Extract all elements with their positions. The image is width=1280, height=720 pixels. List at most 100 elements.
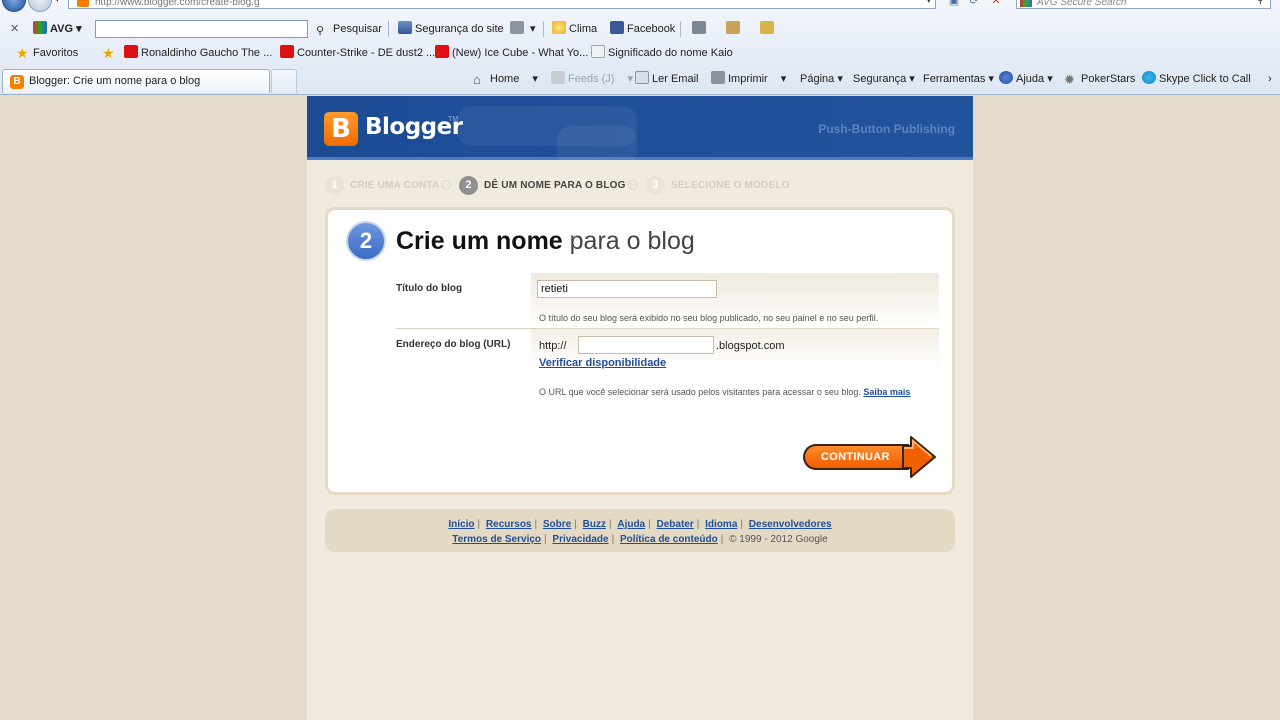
url-suffix: .blogspot.com	[716, 340, 785, 352]
address-dropdown-icon[interactable]: ▾	[926, 0, 931, 6]
weather-icon	[552, 21, 566, 34]
refresh-icon[interactable]: ⟳	[966, 0, 982, 8]
step-arrow-icon: ▷	[628, 180, 638, 190]
toolbar-overflow-icon[interactable]: ›	[1268, 68, 1272, 90]
continue-button-label: CONTINUAR	[803, 444, 909, 470]
facebook-button[interactable]: Facebook	[610, 17, 675, 41]
help-icon	[999, 71, 1013, 84]
footer-link-politica[interactable]: Política de conteúdo	[620, 534, 718, 545]
trademark-mark: TM	[448, 116, 459, 123]
blog-title-hint: O título do seu blog será exibido no seu…	[539, 313, 879, 323]
footer-link-desenvolvedores[interactable]: Desenvolvedores	[749, 519, 832, 530]
blog-url-input[interactable]	[578, 336, 714, 354]
edit-button[interactable]	[726, 17, 743, 41]
avg-toolbar: ✕ AVG ▾ ⚲ Pesquisar Segurança do site ▾ C…	[0, 17, 1280, 41]
step-2-current: 2 DÊ UM NOME PARA O BLOG	[459, 176, 626, 196]
pencil-icon	[726, 21, 740, 34]
continue-button[interactable]: CONTINUAR	[803, 436, 937, 478]
site-safety-button[interactable]: Segurança do site	[398, 17, 504, 41]
footer-link-debater[interactable]: Debater	[657, 519, 694, 530]
trash-menu[interactable]: ▾	[510, 17, 536, 41]
footer-link-inicio[interactable]: Início	[448, 519, 474, 530]
read-mail-button[interactable]: Ler Email	[635, 68, 698, 90]
create-blog-card: 2 Crie um nome para o blog Título do blo…	[325, 207, 955, 495]
step-arrow-icon: ▷	[441, 180, 451, 190]
step-number-badge: 2	[346, 221, 386, 261]
footer-links-row-1: Início | Recursos | Sobre | Buzz | Ajuda | De…	[448, 519, 832, 530]
close-toolbar-icon[interactable]: ✕	[10, 17, 19, 41]
skype-icon	[1142, 71, 1156, 84]
blog-url-hint: O URL que você selecionar será usado pel…	[539, 387, 911, 397]
favorite-link-2[interactable]: Counter-Strike - DE dust2 ...	[280, 41, 435, 65]
stop-icon[interactable]: ✕	[988, 0, 1004, 8]
skype-button[interactable]: Skype Click to Call	[1142, 68, 1251, 90]
page-menu[interactable]: Página ▾	[800, 68, 843, 90]
pesquisar-button[interactable]: ⚲ Pesquisar	[316, 17, 382, 41]
copyright: © 1999 - 2012 Google	[729, 534, 828, 545]
page-background-left	[0, 96, 307, 720]
compatibility-icon[interactable]: ▣	[946, 0, 962, 8]
footer-link-ajuda[interactable]: Ajuda	[617, 519, 645, 530]
print-button[interactable]: Imprimir ▾	[711, 68, 786, 90]
favorites-bar: ★ Favoritos ★ Ronaldinho Gaucho The ... C…	[0, 41, 1280, 66]
chat-icon	[760, 21, 774, 34]
favorite-link-4[interactable]: Significado do nome Kaio	[591, 41, 733, 65]
browser-chrome: ▾ http://www.blogger.com/create-blog.g ▾…	[0, 0, 1280, 95]
card-title: Crie um nome para o blog	[396, 227, 695, 255]
verify-availability-link[interactable]: Verificar disponibilidade	[539, 357, 666, 369]
footer-link-recursos[interactable]: Recursos	[486, 519, 532, 530]
footer-link-idioma[interactable]: Idioma	[705, 519, 737, 530]
footer-link-privacidade[interactable]: Privacidade	[552, 534, 608, 545]
pokerstars-button[interactable]: ✹ PokerStars	[1064, 68, 1135, 90]
feeds-icon	[551, 71, 565, 84]
avg-menu[interactable]: AVG ▾	[33, 17, 82, 41]
trash-icon	[510, 21, 524, 34]
tab-active[interactable]: B Blogger: Crie um nome para o blog	[2, 69, 270, 93]
gear-icon: ✹	[1064, 72, 1075, 87]
help-menu[interactable]: Ajuda ▾	[999, 68, 1053, 90]
favorite-link-3[interactable]: (New) Ice Cube - What Yo...	[435, 41, 588, 65]
favorite-link-1[interactable]: Ronaldinho Gaucho The ...	[124, 41, 272, 65]
blogger-favicon-icon	[77, 0, 89, 7]
feeds-button[interactable]: Feeds (J) ▾	[551, 68, 633, 90]
tools-menu[interactable]: Ferramentas ▾	[923, 68, 994, 90]
notes-button[interactable]	[692, 17, 709, 41]
star-icon: ★	[16, 45, 29, 61]
page-icon	[591, 45, 605, 58]
search-input[interactable]: AVG Secure Search ⚲	[1016, 0, 1271, 9]
add-favorite-button[interactable]: ★	[102, 41, 119, 65]
avg-search-field[interactable]	[95, 20, 308, 38]
page-background-right	[973, 96, 1280, 720]
footer-link-termos[interactable]: Termos de Serviço	[452, 534, 541, 545]
address-bar[interactable]: http://www.blogger.com/create-blog.g ▾	[68, 0, 936, 9]
footer-link-sobre[interactable]: Sobre	[543, 519, 571, 530]
favorites-button[interactable]: ★ Favoritos	[16, 41, 78, 65]
blog-url-label: Endereço do blog (URL)	[396, 339, 511, 350]
avg-logo-icon	[33, 21, 47, 34]
chat-button[interactable]	[760, 17, 777, 41]
back-button[interactable]	[2, 0, 26, 12]
history-dropdown-icon[interactable]: ▾	[55, 0, 60, 5]
notes-icon	[692, 21, 706, 34]
new-tab-button[interactable]	[271, 69, 297, 93]
tab-row: B Blogger: Crie um nome para o blog ⌂ Hom…	[0, 66, 1280, 95]
search-icon[interactable]: ⚲	[1257, 0, 1264, 6]
shield-icon	[398, 21, 412, 34]
footer-link-buzz[interactable]: Buzz	[583, 519, 606, 530]
home-icon: ⌂	[473, 72, 481, 87]
weather-button[interactable]: Clima	[552, 17, 597, 41]
youtube-icon	[280, 45, 294, 58]
tab-title: Blogger: Crie um nome para o blog	[29, 75, 201, 87]
address-text: http://www.blogger.com/create-blog.g	[95, 0, 260, 8]
blog-title-input[interactable]	[537, 280, 717, 298]
mail-icon	[635, 71, 649, 84]
blogger-logo-icon[interactable]: B	[324, 112, 358, 146]
home-button[interactable]: ⌂ Home ▾	[473, 68, 538, 90]
url-prefix: http://	[539, 340, 567, 352]
forward-button[interactable]	[28, 0, 52, 12]
step-3: 3 SELECIONE O MODELO	[646, 176, 790, 196]
add-star-icon: ★	[102, 45, 115, 61]
printer-icon	[711, 71, 725, 84]
learn-more-link[interactable]: Saiba mais	[863, 387, 910, 397]
security-menu[interactable]: Segurança ▾	[853, 68, 915, 90]
